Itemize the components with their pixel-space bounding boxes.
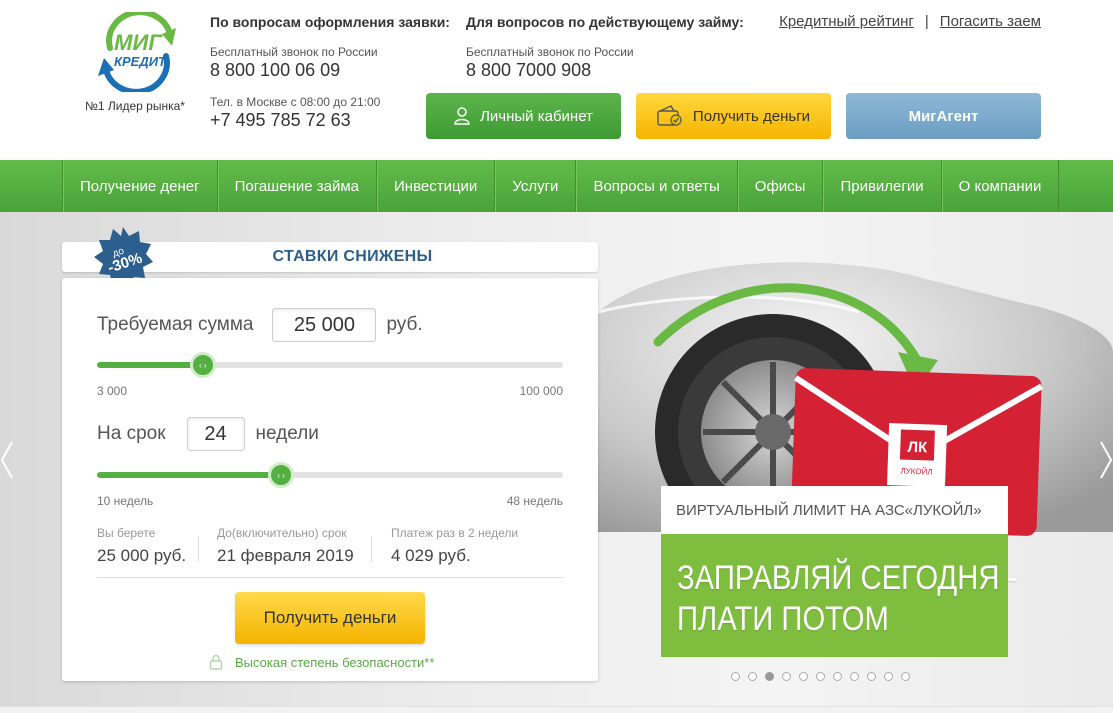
top-links-separator: | (924, 13, 929, 30)
migagent-button[interactable]: МигАгент (846, 93, 1041, 139)
amount-max-label: 100 000 (519, 384, 563, 398)
slider-dot[interactable] (850, 672, 859, 681)
migcredit-logo[interactable]: МИГ КРЕДИТ (92, 12, 184, 92)
contacts-application-heading: По вопросам оформления заявки: (210, 14, 450, 30)
personal-cabinet-label: Личный кабинет (480, 107, 593, 125)
term-max-label: 48 недель (506, 494, 563, 508)
nav-item-loan-repayment[interactable]: Погашение займа (218, 160, 377, 212)
security-text: Высокая степень безопасности** (235, 654, 435, 670)
promo-headline-line2: ПЛАТИ ПОТОМ (677, 600, 889, 638)
summary-divider (371, 536, 372, 562)
nav-item-about[interactable]: О компании (942, 160, 1060, 212)
amount-label: Требуемая сумма (97, 314, 254, 335)
personal-cabinet-button[interactable]: Личный кабинет (426, 93, 621, 139)
amount-unit: руб. (386, 314, 423, 335)
svg-text:ЛУКОЙЛ: ЛУКОЙЛ (900, 466, 932, 476)
summary-payment-value: 4 029 руб. (391, 546, 471, 565)
top-links: Кредитный рейтинг | Погасить заем (779, 13, 1041, 30)
term-row: На срок 24 недели (97, 417, 319, 451)
term-min-label: 10 недель (97, 494, 154, 508)
contacts-moscow-phone[interactable]: +7 495 785 72 63 (210, 110, 450, 131)
contacts-application: По вопросам оформления заявки: Бесплатны… (210, 14, 450, 131)
summary-due-date: До(включительно) срок 21 февраля 2019 (217, 526, 354, 570)
slider-prev-arrow[interactable] (0, 440, 14, 480)
logo-tagline: №1 Лидер рынка* (85, 99, 185, 113)
contacts-loan-free-call-label: Бесплатный звонок по России (466, 45, 634, 59)
slider-dot[interactable] (765, 672, 774, 681)
lock-icon (209, 654, 223, 670)
contacts-current-loan: Для вопросов по действующему займу: Бесп… (466, 14, 744, 81)
nav-item-faq[interactable]: Вопросы и ответы (576, 160, 738, 212)
main-nav: Получение денег Погашение займа Инвестиц… (0, 160, 1113, 212)
svg-text:МИГ: МИГ (114, 30, 163, 55)
amount-input[interactable]: 25 000 (272, 308, 377, 342)
loan-calculator: Требуемая сумма 25 000 руб. ‹ › 3 000 10… (62, 278, 598, 681)
slider-dot[interactable] (884, 672, 893, 681)
nav-item-getting-money[interactable]: Получение денег (63, 160, 218, 212)
contacts-moscow-label: Тел. в Москве с 08:00 до 21:00 (210, 95, 381, 109)
amount-slider-fill (97, 362, 203, 368)
site-header: МИГ КРЕДИТ №1 Лидер рынка* По вопросам о… (0, 0, 1113, 160)
nav-item-investments[interactable]: Инвестиции (377, 160, 496, 212)
contacts-free-call-label: Бесплатный звонок по России (210, 45, 378, 59)
amount-slider[interactable]: ‹ › (97, 352, 563, 378)
promo-headline[interactable]: ЗАПРАВЛЯЙ СЕГОДНЯ - ПЛАТИ ПОТОМ (661, 534, 1018, 657)
summary-amount-value: 25 000 руб. (97, 546, 187, 565)
term-input[interactable]: 24 (186, 417, 245, 451)
svg-text:ЛК: ЛК (907, 439, 928, 457)
page-bottom-strip (0, 706, 1113, 713)
slider-dot[interactable] (816, 672, 825, 681)
term-label: На срок (97, 423, 166, 444)
slider-dot[interactable] (748, 672, 757, 681)
summary-divider (198, 536, 199, 562)
slider-dot[interactable] (901, 672, 910, 681)
slider-dot[interactable] (867, 672, 876, 681)
wallet-icon (657, 105, 683, 127)
slider-dot[interactable] (782, 672, 791, 681)
user-icon (454, 107, 470, 125)
get-money-header-label: Получить деньги (692, 107, 811, 125)
slider-dot[interactable] (731, 672, 740, 681)
credit-rating-link[interactable]: Кредитный рейтинг (779, 13, 914, 30)
summary-amount: Вы берете 25 000 руб. (97, 526, 186, 570)
summary-payment: Платеж раз в 2 недели 4 029 руб. (391, 526, 518, 570)
slider-dot[interactable] (799, 672, 808, 681)
svg-text:КРЕДИТ: КРЕДИТ (114, 54, 167, 69)
nav-item-privileges[interactable]: Привилегии (823, 160, 942, 212)
summary-due-date-label: До(включительно) срок (217, 526, 347, 540)
loan-summary: Вы берете 25 000 руб. До(включительно) с… (97, 526, 563, 578)
term-slider[interactable]: ‹ › (97, 462, 563, 488)
contacts-loan-heading: Для вопросов по действующему займу: (466, 14, 744, 30)
slider-next-arrow[interactable] (1099, 440, 1113, 480)
summary-payment-label: Платеж раз в 2 недели (391, 526, 519, 540)
security-note: Высокая степень безопасности** (209, 654, 434, 670)
nav-item-offices[interactable]: Офисы (738, 160, 824, 212)
promo-subtitle: ВИРТУАЛЬНЫЙ ЛИМИТ НА АЗС«ЛУКОЙЛ» (661, 486, 1008, 534)
contacts-loan-phone[interactable]: 8 800 7000 908 (466, 60, 744, 81)
term-unit: недели (255, 423, 319, 444)
migagent-label: МигАгент (908, 107, 979, 125)
term-slider-handle[interactable]: ‹ › (268, 462, 295, 488)
repay-loan-link[interactable]: Погасить заем (940, 13, 1041, 30)
summary-amount-label: Вы берете (97, 526, 156, 540)
slider-dots (731, 672, 918, 681)
amount-row: Требуемая сумма 25 000 руб. (97, 308, 423, 342)
slider-dot[interactable] (833, 672, 842, 681)
promo-headline-line1: ЗАПРАВЛЯЙ СЕГОДНЯ - (677, 559, 1018, 597)
amount-min-label: 3 000 (97, 384, 128, 398)
get-money-header-button[interactable]: Получить деньги (636, 93, 831, 139)
nav-item-services[interactable]: Услуги (495, 160, 577, 212)
contacts-free-phone[interactable]: 8 800 100 06 09 (210, 60, 450, 81)
term-slider-fill (97, 472, 282, 478)
summary-due-date-value: 21 февраля 2019 (217, 546, 354, 565)
get-money-button[interactable]: Получить деньги (235, 592, 425, 644)
amount-slider-handle[interactable]: ‹ › (189, 352, 216, 378)
